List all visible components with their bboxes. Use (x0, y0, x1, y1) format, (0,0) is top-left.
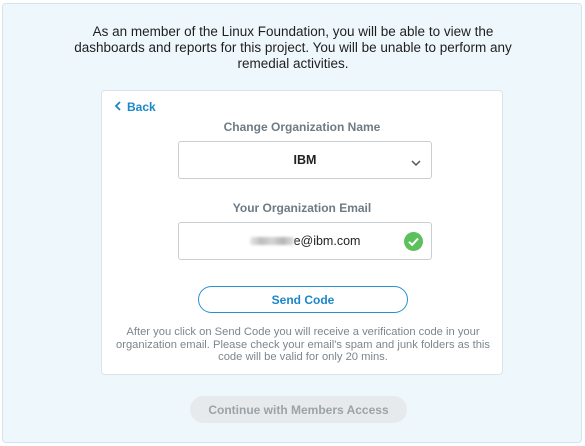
org-email-value: e@ibm.com (293, 234, 361, 248)
org-email-field[interactable]: e@ibm.com (178, 222, 432, 260)
access-panel: As an member of the Linux Foundation, yo… (2, 3, 582, 443)
help-text: After you click on Send Code you will re… (116, 326, 490, 363)
org-name-label: Change Organization Name (223, 120, 381, 134)
back-label: Back (127, 100, 156, 114)
org-email-label: Your Organization Email (232, 201, 372, 215)
continue-members-access-button[interactable]: Continue with Members Access (190, 396, 407, 423)
organization-card: Back Change Organization Name IBM Your O… (101, 90, 503, 375)
org-name-value: IBM (293, 153, 317, 167)
org-name-select[interactable]: IBM (178, 141, 432, 179)
back-link[interactable]: Back (114, 100, 156, 114)
intro-text: As an member of the Linux Foundation, yo… (74, 24, 512, 71)
chevron-down-icon (411, 156, 421, 170)
redacted-email-prefix (249, 237, 294, 245)
check-circle-icon (404, 232, 423, 254)
chevron-left-icon (114, 100, 127, 114)
send-code-button[interactable]: Send Code (198, 286, 408, 313)
